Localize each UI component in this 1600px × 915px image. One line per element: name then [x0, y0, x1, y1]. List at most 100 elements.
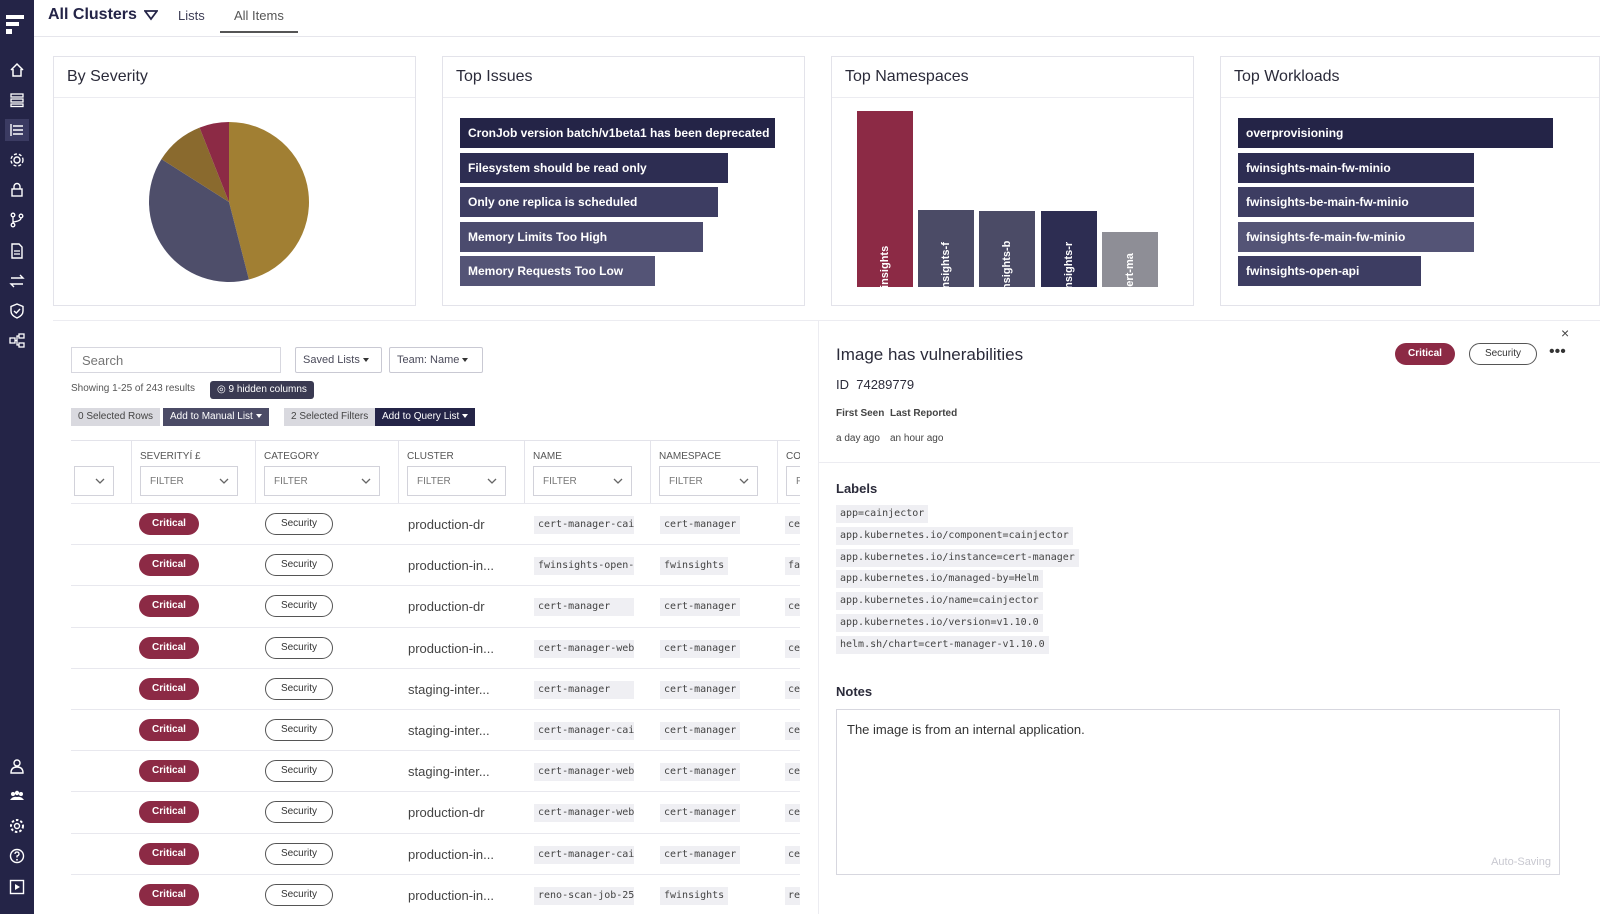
- team-dropdown[interactable]: Team: Name: [389, 347, 483, 373]
- hidden-columns-button[interactable]: ◎ 9 hidden columns: [210, 381, 314, 399]
- add-query-list-button[interactable]: Add to Query List: [375, 408, 476, 426]
- logo-icon[interactable]: [6, 12, 28, 36]
- items-panel: Saved Lists Team: Name Showing 1-25 of 2…: [53, 320, 818, 914]
- label-chip: app.kubernetes.io/version=v1.10.0: [836, 614, 1043, 632]
- org-chart-icon[interactable]: [5, 330, 29, 352]
- column-label: CO: [786, 451, 800, 462]
- search-input[interactable]: [71, 347, 281, 373]
- bar[interactable]: CronJob version batch/v1beta1 has been d…: [460, 118, 775, 148]
- container-filter[interactable]: F: [786, 466, 800, 496]
- table-row[interactable]: Critical Security production-dr cert-manage…: [71, 791, 800, 832]
- select-filter[interactable]: [74, 466, 114, 496]
- notes-textarea[interactable]: The image is from an internal applicatio…: [836, 709, 1560, 875]
- column-header-namespace[interactable]: NAMESPACE FILTER: [651, 441, 778, 503]
- play-icon[interactable]: [5, 876, 29, 898]
- table-row[interactable]: Critical Security staging-inter... cert-man…: [71, 709, 800, 750]
- category-filter[interactable]: FILTER: [264, 466, 380, 496]
- home-icon[interactable]: [5, 59, 29, 81]
- bar[interactable]: Only one replica is scheduled: [460, 187, 718, 217]
- server-icon[interactable]: [5, 89, 29, 111]
- saved-lists-dropdown[interactable]: Saved Lists: [295, 347, 382, 373]
- cluster-cell: production-in...: [408, 887, 494, 903]
- table-row[interactable]: Critical Security production-dr cert-manage…: [71, 503, 800, 544]
- gear-icon[interactable]: [5, 149, 29, 171]
- settings-icon[interactable]: [5, 815, 29, 837]
- cluster-cell: production-dr: [408, 517, 485, 532]
- transfer-icon[interactable]: [5, 270, 29, 292]
- column-header-severity[interactable]: SEVERITYÍ £ FILTER: [132, 441, 256, 503]
- category-badge: Security: [265, 883, 333, 906]
- add-manual-list-button[interactable]: Add to Manual List: [163, 408, 269, 426]
- branch-icon[interactable]: [5, 209, 29, 231]
- detail-title: Image has vulnerabilities: [836, 345, 1024, 364]
- table-row[interactable]: Critical Security staging-inter... cert-man…: [71, 750, 800, 791]
- cluster-cell: staging-inter...: [408, 764, 490, 780]
- bar-label: fwinsights: [879, 245, 891, 287]
- column-header-container[interactable]: CO F: [778, 441, 800, 503]
- column-header-cluster[interactable]: CLUSTER FILTER: [399, 441, 525, 503]
- bar[interactable]: fwinsights-main-fw-minio: [1238, 152, 1474, 183]
- table-row[interactable]: Critical Security production-in... fwinsigh…: [71, 544, 800, 585]
- bar[interactable]: fwinsights-open-api: [1238, 256, 1421, 286]
- tab-all-items[interactable]: All Items: [220, 8, 298, 33]
- severity-badge: Critical: [139, 595, 199, 618]
- cluster-cell: production-in...: [408, 640, 494, 656]
- severity-pie-chart: [149, 122, 309, 282]
- shield-icon[interactable]: [5, 300, 29, 322]
- team-label: Team: Name: [397, 354, 460, 366]
- lock-icon[interactable]: [5, 179, 29, 201]
- severity-filter[interactable]: FILTER: [140, 466, 238, 496]
- name-filter[interactable]: FILTER: [533, 466, 632, 496]
- table-row[interactable]: Critical Security production-in... cert-man…: [71, 832, 800, 874]
- column-header-name[interactable]: NAME FILTER: [525, 441, 651, 503]
- bar[interactable]: fwinsights-f: [918, 210, 974, 287]
- column-header-select: [71, 441, 132, 503]
- column-header-category[interactable]: CATEGORY FILTER: [256, 441, 399, 503]
- bar[interactable]: fwinsights: [857, 111, 913, 287]
- divider: [819, 462, 1600, 463]
- team-icon[interactable]: [5, 785, 29, 807]
- table-row[interactable]: Critical Security staging-inter... cert-man…: [71, 667, 800, 709]
- category-badge: Security: [265, 842, 333, 865]
- severity-badge: Critical: [139, 842, 199, 865]
- more-options-icon[interactable]: •••: [1549, 343, 1566, 361]
- severity-badge: Critical: [139, 883, 199, 906]
- bar[interactable]: Filesystem should be read only: [460, 152, 728, 183]
- selected-filters-badge: 2 Selected Filters: [284, 408, 376, 426]
- extra-cell: ce: [785, 804, 800, 823]
- user-icon[interactable]: [5, 755, 29, 777]
- cluster-filter[interactable]: FILTER: [407, 466, 506, 496]
- close-icon[interactable]: ×: [1561, 325, 1569, 341]
- bar[interactable]: fwinsights-be-main-fw-minio: [1238, 187, 1474, 217]
- bar[interactable]: fwinsights-b: [979, 211, 1035, 287]
- bar[interactable]: fwinsights-r: [1041, 211, 1097, 287]
- category-badge: Security: [265, 513, 333, 535]
- severity-badge: Critical: [139, 760, 199, 783]
- top-issues-card: Top Issues CronJob version batch/v1beta1…: [442, 56, 805, 306]
- category-badge: Security: [265, 636, 333, 659]
- eye-off-icon: ◎: [217, 384, 226, 395]
- namespace-cell: cert-manager: [660, 639, 741, 658]
- first-seen-label: First Seen: [836, 408, 885, 419]
- bar[interactable]: cert-ma: [1102, 232, 1158, 287]
- cluster-title[interactable]: All Clusters: [48, 6, 137, 24]
- bar[interactable]: overprovisioning: [1238, 118, 1553, 148]
- caret-down-icon: [362, 358, 369, 363]
- help-icon[interactable]: [5, 845, 29, 867]
- list-icon[interactable]: [5, 119, 29, 141]
- column-label: CLUSTER: [407, 451, 454, 462]
- extra-cell: ce: [785, 516, 800, 534]
- bar[interactable]: Memory Limits Too High: [460, 221, 703, 252]
- label-chip: app.kubernetes.io/instance=cert-manager: [836, 548, 1079, 567]
- chevron-down-icon: [739, 478, 749, 484]
- chevron-down-icon[interactable]: [144, 8, 158, 22]
- namespace-filter[interactable]: FILTER: [659, 466, 758, 496]
- tab-lists[interactable]: Lists: [178, 8, 205, 23]
- table-row[interactable]: Critical Security production-dr cert-manage…: [71, 585, 800, 626]
- document-icon[interactable]: [5, 240, 29, 262]
- table-row[interactable]: Critical Security production-in... cert-man…: [71, 626, 800, 668]
- bar[interactable]: fwinsights-fe-main-fw-minio: [1238, 221, 1474, 252]
- name-cell: cert-manager-cai: [534, 516, 634, 534]
- table-row[interactable]: Critical Security production-in... reno-sca…: [71, 873, 800, 915]
- bar[interactable]: Memory Requests Too Low: [460, 256, 655, 286]
